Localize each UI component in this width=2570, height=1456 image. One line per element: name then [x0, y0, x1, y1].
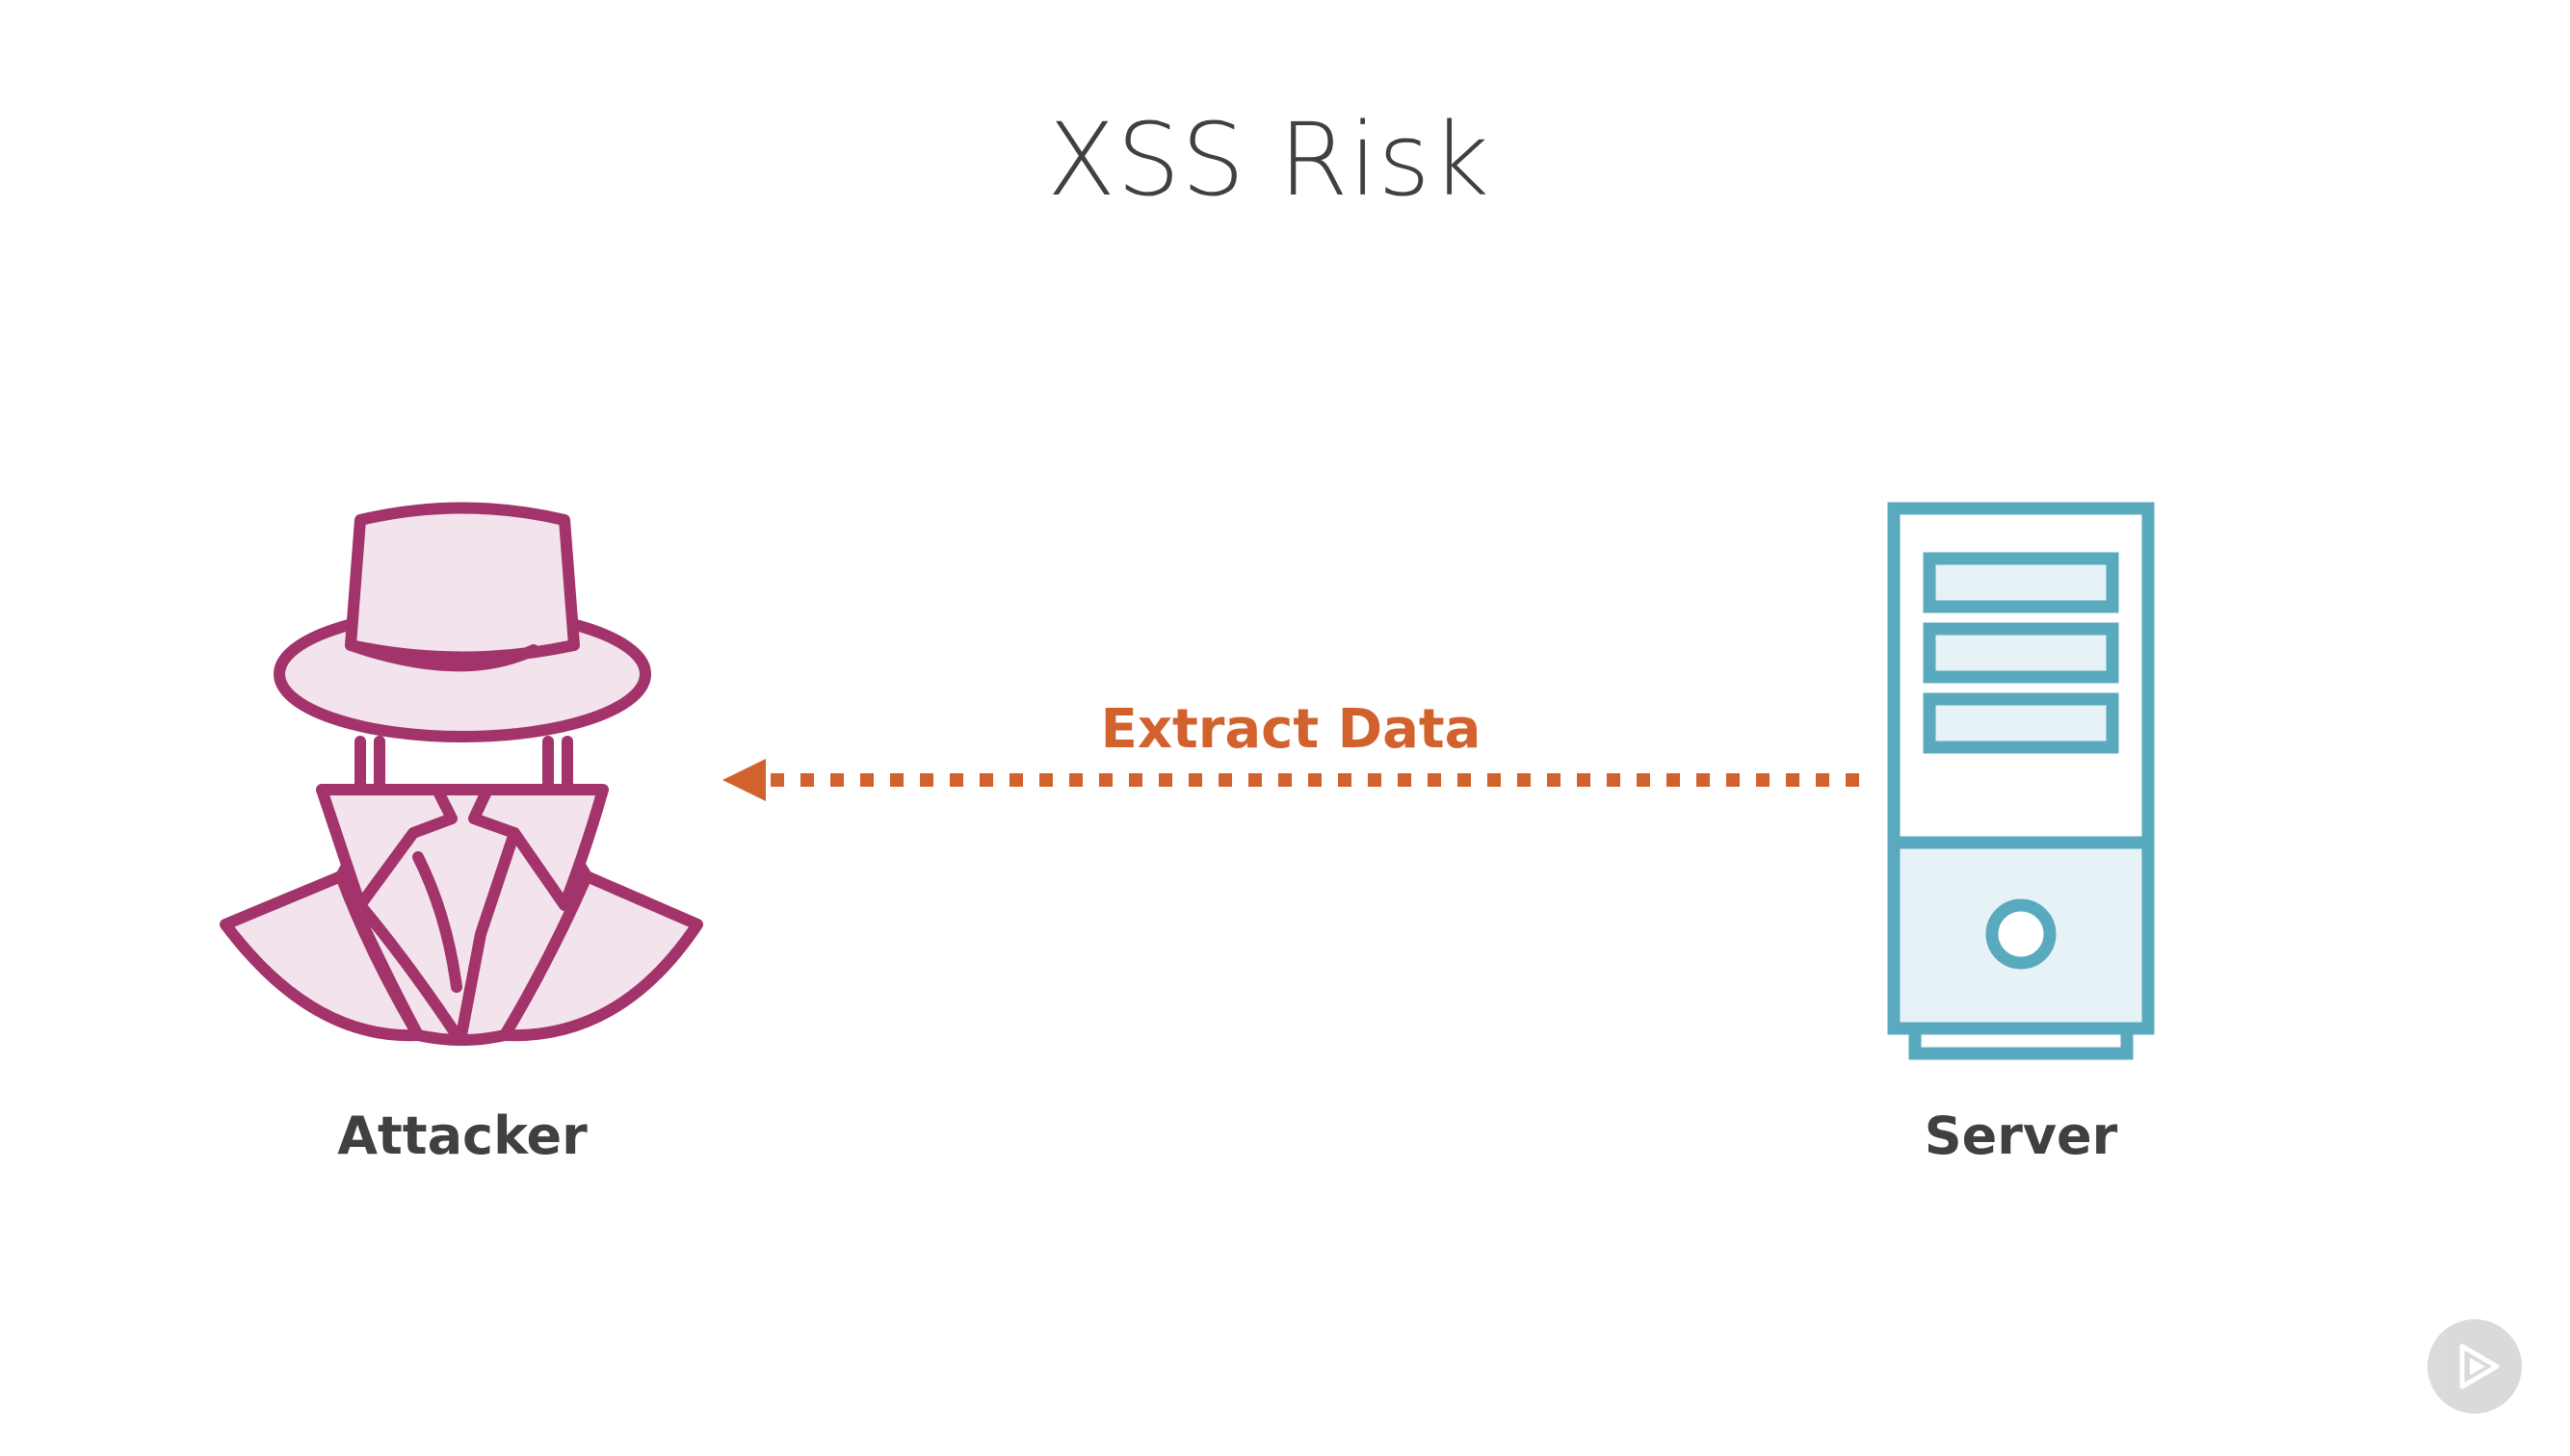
attacker-label: Attacker [337, 1105, 588, 1166]
server-tower-icon [1887, 502, 2155, 1060]
play-badge-icon[interactable] [2427, 1319, 2522, 1414]
server-label: Server [1924, 1105, 2118, 1166]
spy-attacker-icon [220, 502, 703, 1046]
attacker-node [216, 501, 709, 1050]
arrow-head-icon [722, 759, 766, 801]
flow-label: Extract Data [1100, 698, 1482, 761]
slide-title: XSS Risk [1047, 101, 1490, 219]
server-node [1886, 501, 2156, 1061]
